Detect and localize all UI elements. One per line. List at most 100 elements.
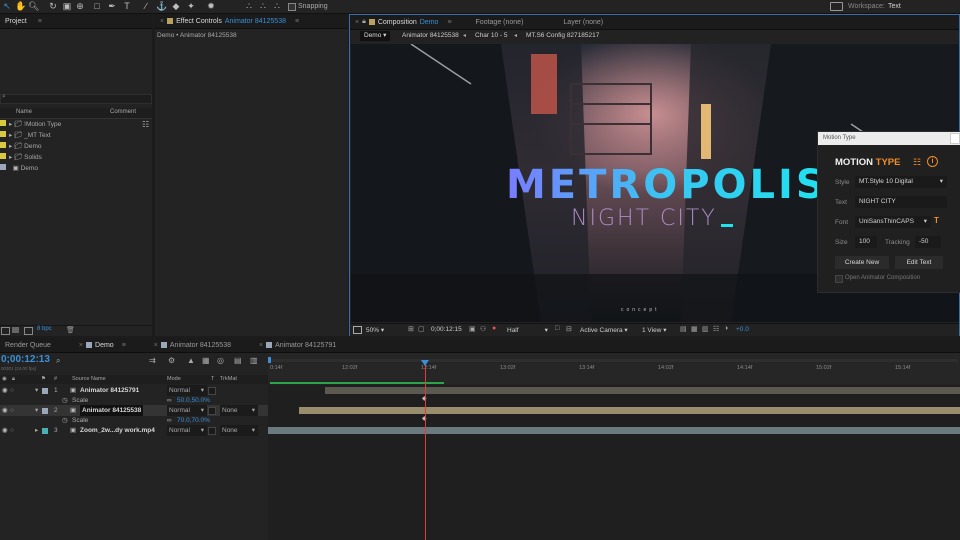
tracking-input[interactable]: -50 <box>915 236 941 248</box>
column-source-name[interactable]: Source Name <box>72 376 106 382</box>
timeline-tab[interactable]: Render Queue <box>0 342 56 349</box>
audio-icon[interactable]: ○ <box>10 425 14 436</box>
lock-column-icon[interactable]: 🔒︎ <box>12 376 15 383</box>
show-snapshot-icon[interactable]: ⚇ <box>480 325 486 333</box>
panel-menu-icon[interactable]: ≡ <box>447 19 451 26</box>
rotate-tool-icon[interactable]: ↻ <box>48 1 58 11</box>
project-item[interactable]: ▸ 📁︎ Solids <box>0 152 140 163</box>
panel-menu-icon[interactable]: ≡ <box>295 18 299 25</box>
panel-menu-icon[interactable]: ≡ <box>38 18 42 25</box>
bookmark-icon[interactable]: ☷ <box>913 157 921 168</box>
panel-menu-icon[interactable]: ≡ <box>122 342 126 349</box>
preserve-transparency-checkbox[interactable] <box>208 407 216 415</box>
always-preview-icon[interactable] <box>353 326 362 334</box>
font-settings-icon[interactable]: T <box>934 216 939 225</box>
layer-bar-3[interactable] <box>268 427 960 434</box>
create-new-button[interactable]: Create New <box>835 256 889 269</box>
interpret-footage-icon[interactable] <box>1 327 10 335</box>
close-icon[interactable]: × <box>79 342 83 349</box>
new-composition-icon[interactable] <box>24 327 33 335</box>
view-axis-icon[interactable]: ∴ <box>272 1 282 11</box>
column-t[interactable]: T <box>211 376 214 382</box>
info-icon[interactable]: i <box>927 156 938 167</box>
eye-icon[interactable]: ◉ <box>2 425 8 436</box>
work-area-bar[interactable] <box>270 359 958 362</box>
track-area[interactable]: ◆ ◆ <box>268 385 960 540</box>
project-item[interactable]: ▸ 📁︎ !Motion Type <box>0 119 140 130</box>
exposure-value[interactable]: +0.0 <box>736 326 749 333</box>
close-icon[interactable]: × <box>154 342 158 349</box>
font-select[interactable]: UniSansThinCAPS ▾ <box>855 216 931 228</box>
open-animator-checkbox[interactable] <box>835 275 843 283</box>
brush-tool-icon[interactable]: ∕ <box>141 1 151 11</box>
fast-previews-icon[interactable]: ▦ <box>691 325 698 333</box>
channel-icon[interactable]: ● <box>492 325 496 332</box>
nav-item-config[interactable]: MT.S6 Config 827185217 <box>526 31 599 41</box>
type-tool-icon[interactable]: T <box>122 1 132 11</box>
expand-arrow-icon[interactable]: ▸ <box>35 425 38 436</box>
chart-icon[interactable]: ▥ <box>250 356 258 365</box>
grid-icon[interactable]: ⊞ <box>408 325 414 333</box>
playhead-line[interactable] <box>425 360 426 540</box>
timeline-tab[interactable]: × Animator 84125538 <box>149 342 236 349</box>
delete-icon[interactable]: 🗑︎ <box>66 326 75 334</box>
lock-icon[interactable] <box>167 18 174 24</box>
puppet-pin-tool-icon[interactable]: ✹ <box>206 1 216 11</box>
mask-icon[interactable]: ▢ <box>418 325 425 333</box>
tab-project[interactable]: Project ≡ <box>0 18 47 25</box>
reset-exposure-icon[interactable]: ◑ <box>724 325 728 332</box>
av-switches-icon[interactable]: ◉ <box>2 376 7 382</box>
project-item[interactable]: ▸ 📁︎ Demo <box>0 141 140 152</box>
style-select[interactable]: MT.Style 10 Digital ▾ <box>855 176 947 188</box>
project-search-input[interactable]: ⌕ <box>0 93 152 104</box>
panel-close-icon[interactable] <box>950 133 960 144</box>
column-comment[interactable]: Comment <box>110 109 136 115</box>
close-icon[interactable]: × <box>355 19 359 26</box>
tab-effect-controls[interactable]: × Effect Controls Animator 84125538 ≡ <box>155 18 304 25</box>
label-column-icon[interactable]: ⚑ <box>41 376 46 382</box>
layer-bar-2[interactable] <box>299 407 960 414</box>
column-mode[interactable]: Mode <box>167 376 181 382</box>
views-select[interactable]: 1 View ▾ <box>642 326 666 334</box>
eraser-tool-icon[interactable]: ◆ <box>171 1 181 11</box>
layer-name[interactable]: Zoom_2w...dy work.mp4 <box>80 425 155 436</box>
shy-layers-icon[interactable]: ▲ <box>187 356 195 365</box>
project-item[interactable]: ▣ Demo <box>0 163 140 174</box>
draft-3d-icon[interactable]: ⚙ <box>168 356 175 365</box>
new-folder-icon[interactable] <box>12 327 19 333</box>
motion-blur-icon[interactable]: ◎ <box>217 356 224 365</box>
time-ruler[interactable]: 0:14f 12:02f 12:14f 13:02f 13:14f 14:02f 14:14… <box>268 353 960 384</box>
nav-item-char[interactable]: Char 10 - 5 <box>475 31 508 41</box>
layer-row[interactable]: ◉ ○ ▸ 3 ▣ Zoom_2w...dy work.mp4 Normal ▾ None ▾ <box>0 425 268 436</box>
timecode-display[interactable]: 0;00:12:15 <box>431 326 462 333</box>
blend-mode-select[interactable]: Normal ▾ <box>167 425 207 436</box>
resolution-select[interactable]: Half ▾ <box>507 326 548 334</box>
zoom-tool-icon[interactable]: 🔍︎ <box>28 1 39 11</box>
frame-blending-icon[interactable]: ▦ <box>202 356 210 365</box>
current-time-display[interactable]: 0;00:12:13 <box>1 354 50 365</box>
selection-tool-icon[interactable]: ↖ <box>2 1 12 11</box>
composition-mini-flowchart-icon[interactable]: ⇉ <box>149 356 156 365</box>
size-input[interactable]: 100 <box>855 236 877 248</box>
nav-item-demo[interactable]: Demo ▾ <box>360 31 391 41</box>
flowchart-icon[interactable]: ☷ <box>142 120 149 129</box>
close-icon[interactable]: × <box>259 342 263 349</box>
timeline-tab[interactable]: × Animator 84125791 <box>254 342 341 349</box>
camera-select[interactable]: Active Camera ▾ <box>580 326 628 334</box>
label-color-swatch[interactable] <box>42 428 48 434</box>
snapshot-icon[interactable]: ▣ <box>469 325 476 333</box>
zoom-select[interactable]: 50% ▾ <box>366 326 384 334</box>
roto-brush-tool-icon[interactable]: ✦ <box>186 1 196 11</box>
timeline-icon[interactable]: ▥ <box>702 325 709 333</box>
workspace-icon[interactable] <box>830 2 843 11</box>
column-name[interactable]: Name <box>16 109 32 115</box>
project-item[interactable]: ▸ 📁︎ _MT Text <box>0 130 140 141</box>
bit-depth-button[interactable]: 8 bpc <box>37 326 52 332</box>
graph-editor-icon[interactable]: ▤ <box>234 356 242 365</box>
clone-stamp-tool-icon[interactable]: ⚓ <box>156 1 167 11</box>
timeline-tab[interactable]: × Demo ≡ <box>74 342 131 349</box>
edit-text-button[interactable]: Edit Text <box>895 256 943 269</box>
track-matte-select[interactable]: None ▾ <box>220 425 258 436</box>
snapping-checkbox[interactable] <box>288 3 296 11</box>
timeline-search-icon[interactable]: ⌕ <box>56 356 60 366</box>
